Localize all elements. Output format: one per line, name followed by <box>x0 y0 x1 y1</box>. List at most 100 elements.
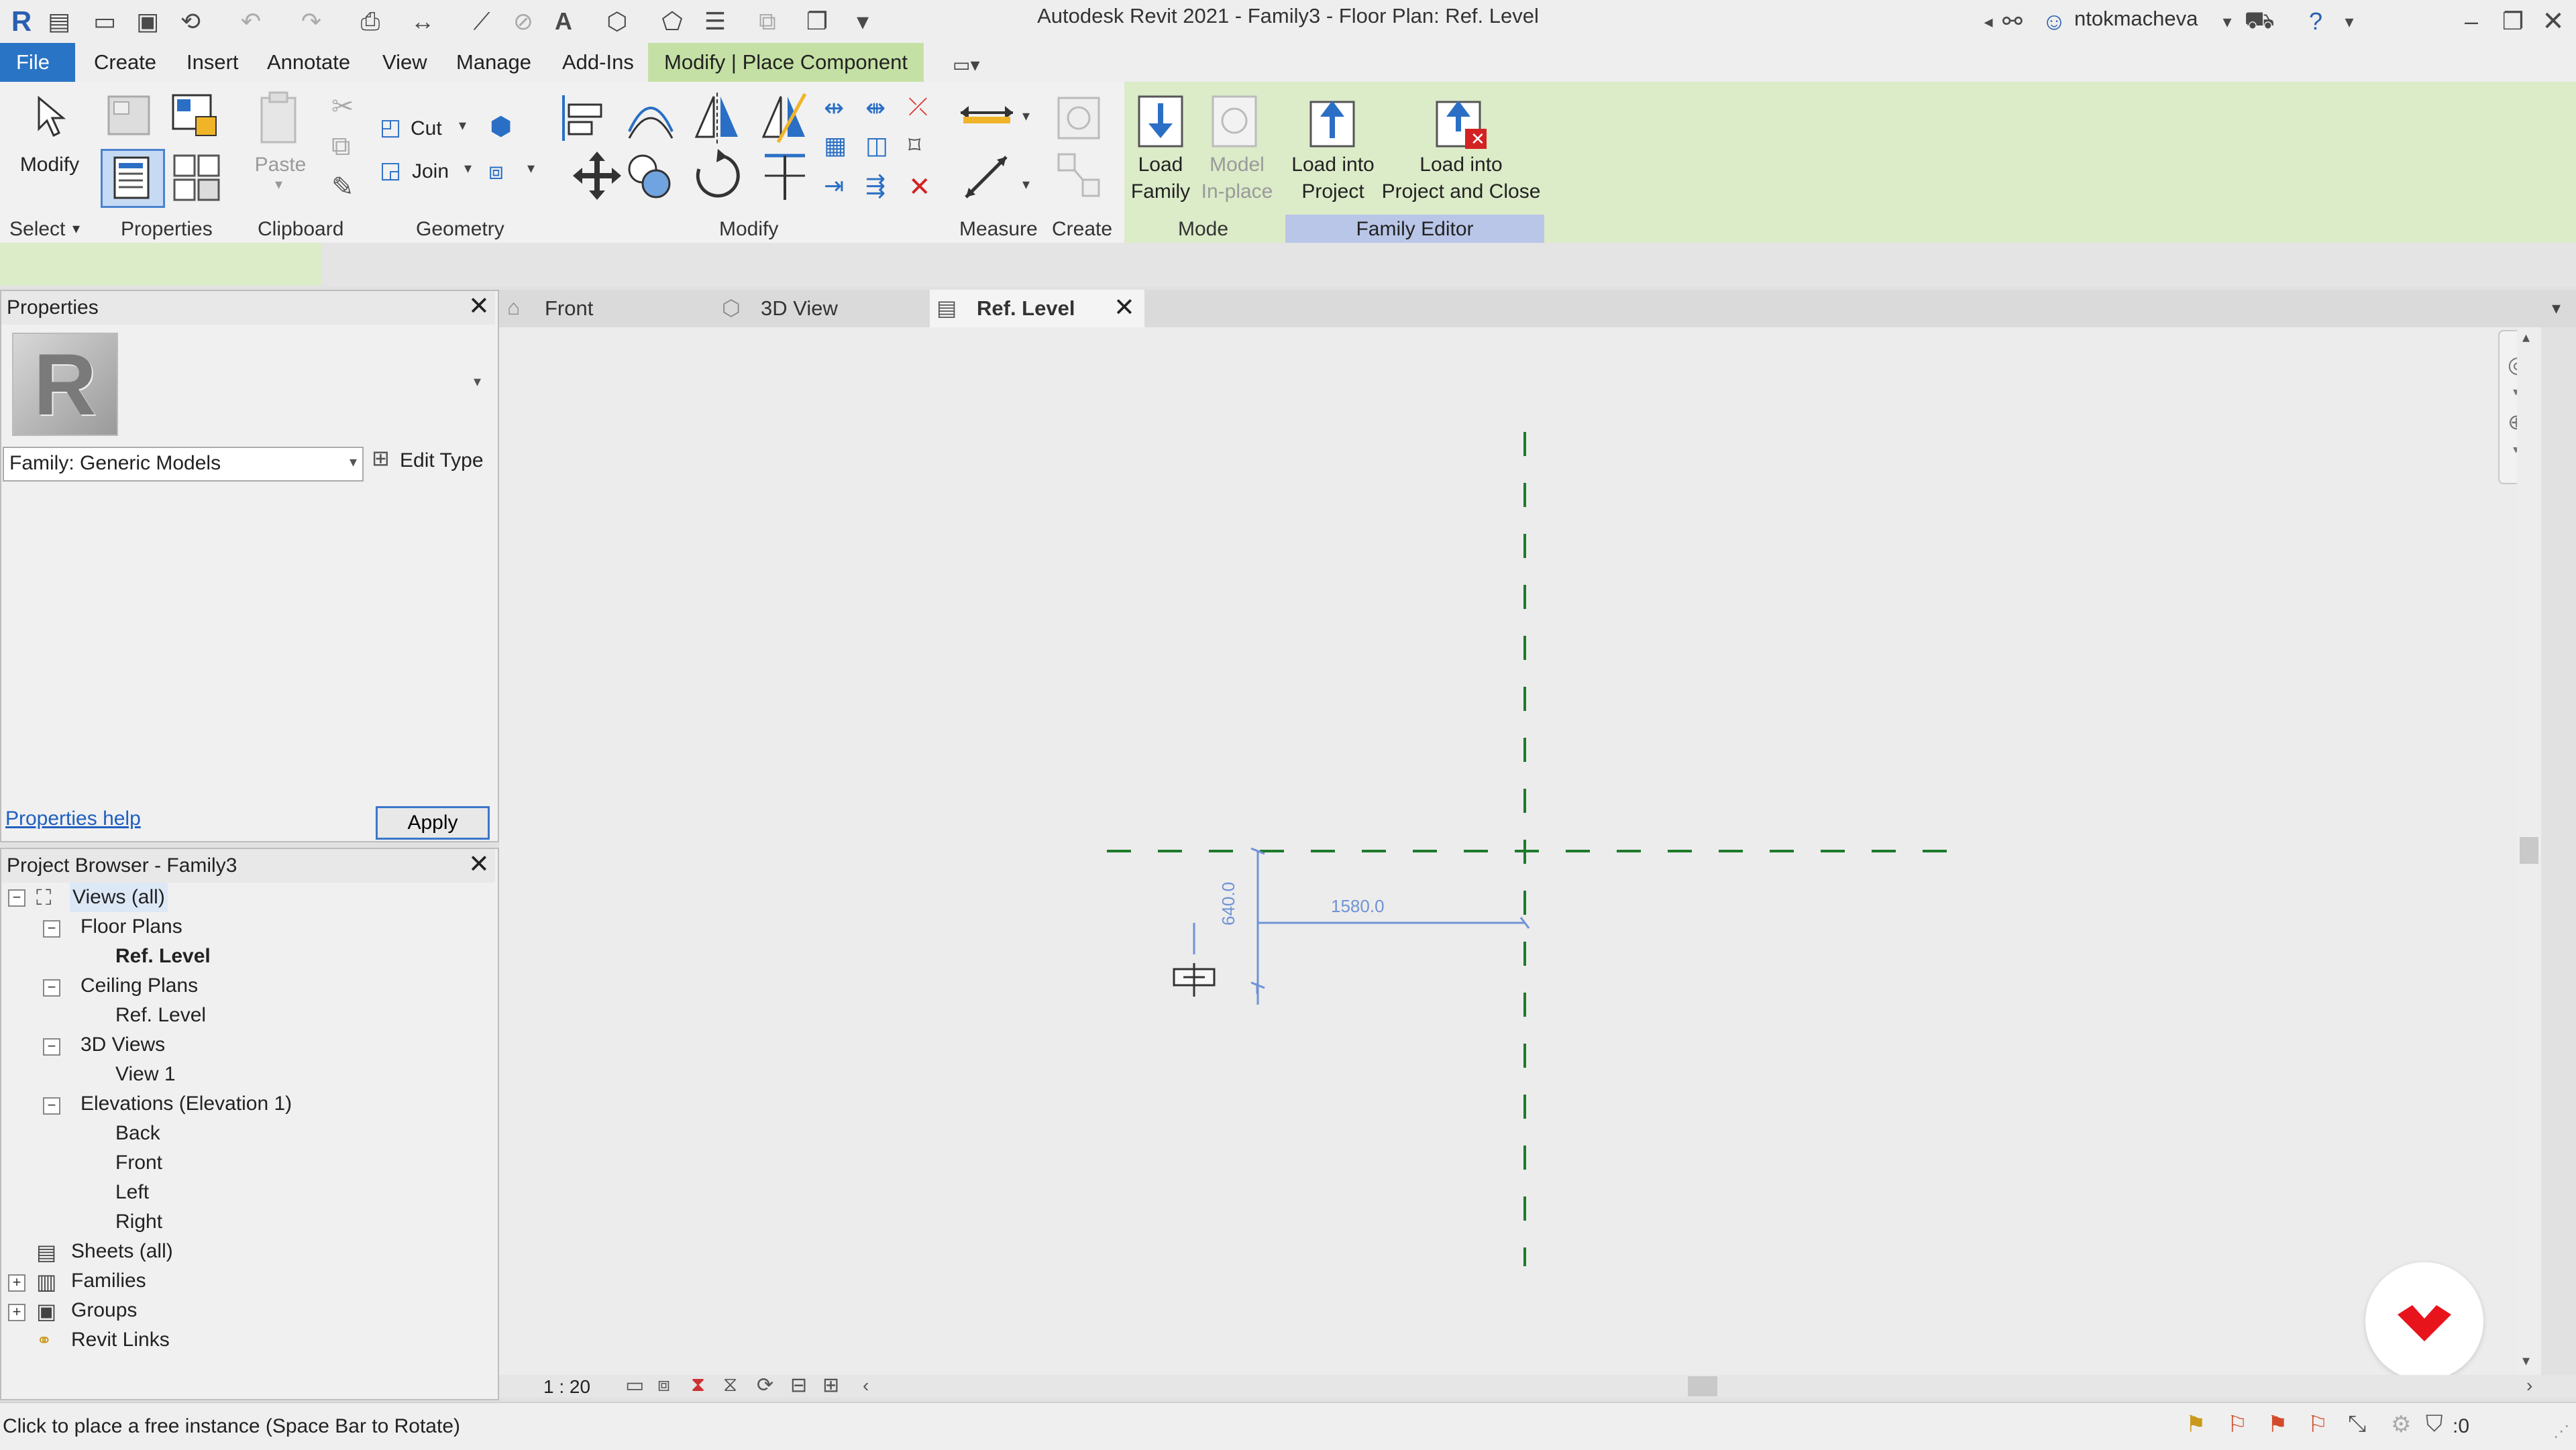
type-properties-icon[interactable] <box>170 152 224 203</box>
type-selector-dropdown[interactable]: Family: Generic Models ▾ <box>3 447 364 482</box>
align-icon[interactable] <box>557 91 608 145</box>
move-icon[interactable] <box>570 149 624 203</box>
tag-icon[interactable]: ⊘ <box>507 5 539 38</box>
aligned-dimension-tool-icon[interactable] <box>959 150 1020 204</box>
select-panel-label[interactable]: Select <box>9 215 65 244</box>
expand-families-icon[interactable]: + <box>8 1274 25 1292</box>
tab-ref-level-close-icon[interactable]: ✕ <box>1114 292 1135 323</box>
join-geometry-icon[interactable]: ◲ <box>380 157 401 184</box>
close-hidden-icon[interactable]: ⧉ <box>751 5 784 38</box>
resize-grip-icon[interactable]: ⋰ <box>2553 1422 2569 1441</box>
dimension-chevron-icon[interactable]: ▾ <box>1022 176 1030 193</box>
browser-item-ref-level-ceiling[interactable]: Ref. Level <box>115 1001 206 1030</box>
cut-geometry-icon[interactable]: ◰ <box>380 114 401 141</box>
detail-level-icon[interactable]: ▭ <box>625 1374 644 1397</box>
properties-help-link[interactable]: Properties help <box>5 807 141 830</box>
thin-lines-icon[interactable]: ☰ <box>699 5 731 38</box>
shadows-icon[interactable]: ⧖ <box>723 1374 737 1396</box>
binoculars-icon[interactable]: ⚯ <box>1996 5 2029 38</box>
vertical-scroll-thumb[interactable] <box>2520 837 2538 864</box>
browser-item-left[interactable]: Left <box>115 1178 149 1207</box>
view-scale[interactable]: 1 : 20 <box>543 1376 590 1398</box>
tab-create[interactable]: Create <box>78 43 172 82</box>
modify-button[interactable]: Modify <box>9 152 90 178</box>
browser-item-back[interactable]: Back <box>115 1119 160 1148</box>
pin-icon[interactable]: ⌑ <box>908 131 920 160</box>
trim-extend-icon[interactable] <box>758 149 812 203</box>
mirror-pick-axis-icon[interactable] <box>691 90 742 146</box>
load-family-icon[interactable] <box>1134 91 1187 152</box>
revit-logo-icon[interactable]: R <box>5 5 38 38</box>
tab-ref-level[interactable]: Ref. Level <box>930 290 1144 327</box>
properties-toggle-button[interactable] <box>101 149 165 208</box>
trim-multiple-icon[interactable]: ⇶ <box>865 172 885 200</box>
visual-style-icon[interactable]: ⧈ <box>657 1374 670 1396</box>
section-icon[interactable]: ⬠ <box>656 5 688 38</box>
undo-icon[interactable]: ↶ <box>235 5 267 38</box>
cut-chevron-icon[interactable]: ▾ <box>459 117 466 134</box>
split-face-icon[interactable]: ⧈ <box>488 157 504 186</box>
scroll-down-icon[interactable]: ▾ <box>2522 1352 2530 1370</box>
wall-joins-icon[interactable]: ⬢ <box>490 111 512 142</box>
browser-item-families[interactable]: Families <box>71 1266 146 1296</box>
load-into-project-close-icon[interactable]: ✕ <box>1432 91 1492 152</box>
scroll-up-icon[interactable]: ▴ <box>2522 329 2530 346</box>
filter-icon[interactable]: ⛉ <box>2426 1411 2443 1437</box>
scroll-left-icon[interactable]: ‹ <box>863 1375 869 1396</box>
family-category-icon[interactable] <box>105 93 158 140</box>
load-family-button[interactable]: Load Family <box>1127 152 1194 205</box>
browser-item-view-1[interactable]: View 1 <box>115 1060 176 1089</box>
scroll-right-icon[interactable]: › <box>2526 1375 2532 1396</box>
edit-type-button[interactable]: Edit Type <box>400 449 484 472</box>
tab-3d-view[interactable]: 3D View <box>761 290 838 327</box>
3d-view-icon[interactable]: ⬡ <box>601 5 633 38</box>
measure-chevron-icon[interactable]: ▾ <box>1022 107 1030 125</box>
sun-path-icon[interactable]: ⧗ <box>691 1374 705 1396</box>
collapse-views-icon[interactable]: − <box>8 889 25 907</box>
apply-button[interactable]: Apply <box>376 806 490 840</box>
offset-icon[interactable] <box>624 91 678 145</box>
collapse-elevations-icon[interactable]: − <box>43 1097 60 1115</box>
browser-item-right[interactable]: Right <box>115 1207 162 1237</box>
horizontal-scroll-thumb[interactable] <box>1688 1376 1717 1396</box>
project-browser-close-icon[interactable]: ✕ <box>468 849 490 879</box>
collapse-ceiling-plans-icon[interactable]: − <box>43 979 60 997</box>
browser-item-views-all[interactable]: Views (all) <box>70 883 168 912</box>
modify-cursor-icon[interactable] <box>30 94 70 141</box>
properties-close-icon[interactable]: ✕ <box>468 291 490 321</box>
load-into-project-close-button[interactable]: Load into Project and Close <box>1381 152 1542 205</box>
copy-icon[interactable]: ⧉ <box>331 131 351 162</box>
paste-chevron-icon[interactable]: ▾ <box>275 176 282 193</box>
unpin-icon[interactable]: ⤫ <box>908 93 928 121</box>
ribbon-toggle-icon[interactable]: ▭▾ <box>953 54 980 76</box>
save-icon[interactable]: ▣ <box>131 5 164 38</box>
user-name[interactable]: ntokmacheva <box>2074 7 2198 31</box>
tab-overflow-icon[interactable]: ▾ <box>2552 298 2561 319</box>
split-chevron-icon[interactable]: ▾ <box>527 160 535 177</box>
browser-item-front[interactable]: Front <box>115 1148 162 1178</box>
browser-item-revit-links[interactable]: Revit Links <box>71 1325 170 1355</box>
rotate-icon[interactable] <box>691 149 745 203</box>
tab-modify-place-component[interactable]: Modify | Place Component <box>648 43 924 82</box>
mirror-draw-axis-icon[interactable] <box>758 90 809 146</box>
load-into-project-button[interactable]: Load into Project <box>1281 152 1385 205</box>
tab-front-view[interactable]: Front <box>545 290 593 327</box>
cart-icon[interactable]: ⛟ <box>2243 5 2275 38</box>
select-pinned-icon[interactable]: ⚐ <box>2308 1411 2328 1438</box>
restore-icon[interactable]: ❐ <box>2497 5 2529 38</box>
delete-icon[interactable]: ✕ <box>908 172 931 203</box>
new-file-icon[interactable]: ▤ <box>43 5 75 38</box>
redo-icon[interactable]: ↷ <box>295 5 327 38</box>
join-geometry-button[interactable]: Join <box>412 158 449 185</box>
help-icon[interactable]: ? <box>2300 5 2332 38</box>
browser-item-ref-level-floor[interactable]: Ref. Level <box>115 942 211 971</box>
minimize-icon[interactable]: – <box>2455 5 2487 38</box>
open-folder-icon[interactable]: ▭ <box>89 5 121 38</box>
model-inplace-icon[interactable] <box>1208 91 1261 152</box>
paste-icon[interactable] <box>256 90 303 148</box>
collapse-3d-views-icon[interactable]: − <box>43 1038 60 1056</box>
split-element-icon[interactable]: ⇹ <box>824 94 844 122</box>
array-icon[interactable]: ▦ <box>824 131 847 160</box>
model-inplace-button[interactable]: Model In-place <box>1199 152 1275 205</box>
select-by-face-icon[interactable]: ⤡ <box>2348 1411 2366 1437</box>
